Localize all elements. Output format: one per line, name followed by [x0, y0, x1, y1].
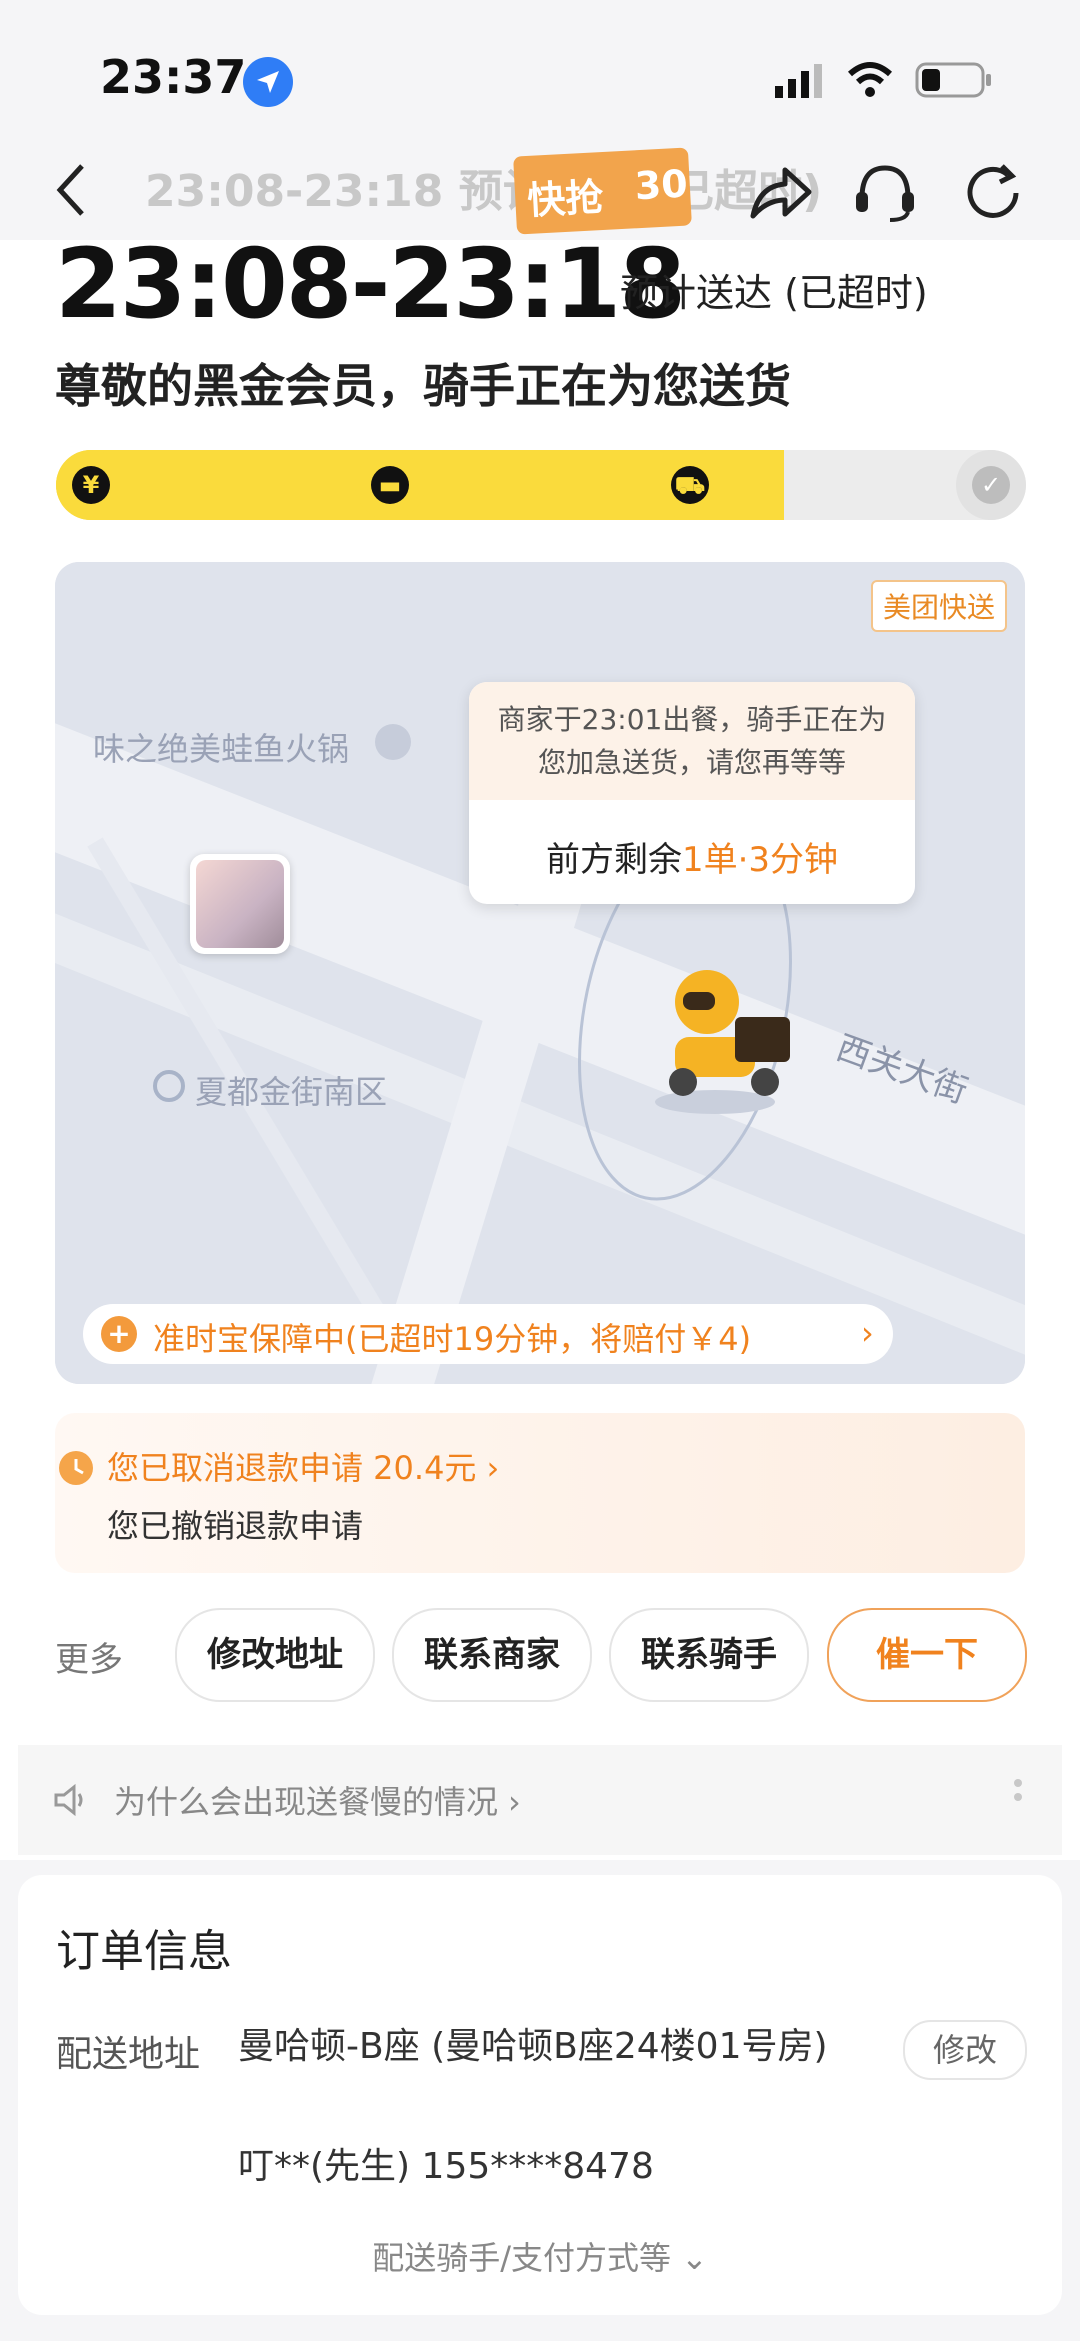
- map-service-tag: 美团快送: [870, 580, 1007, 632]
- promo-label: 快抢: [526, 174, 605, 223]
- battery-icon: [915, 62, 995, 98]
- chevron-right-icon: ›: [486, 1449, 500, 1487]
- rider-status-bubble: 商家于23:01出餐，骑手正在为您加急送货，请您再等等 前方剩余1单·3分钟: [469, 682, 915, 904]
- refund-status-card[interactable]: 您已取消退款申请 20.4元 › 您已撤销退款申请: [55, 1413, 1025, 1573]
- member-message: 尊敬的黑金会员，骑手正在为您送货: [55, 359, 791, 413]
- refund-subtitle: 您已撤销退款申请: [107, 1507, 364, 1545]
- area-pin-icon: [153, 1070, 185, 1102]
- location-arrow-icon: [243, 57, 293, 107]
- step-paid-icon: ¥: [56, 450, 126, 520]
- contact-merchant-button[interactable]: 联系商家: [392, 1608, 592, 1702]
- promo-number: 30: [633, 161, 689, 209]
- chevron-down-icon: ⌄: [680, 2239, 708, 2277]
- chevron-right-icon: ›: [861, 1314, 874, 1352]
- slow-delivery-tip[interactable]: 为什么会出现送餐慢的情况 ›: [18, 1745, 1062, 1855]
- remain-value: 1单·3分钟: [681, 840, 839, 880]
- step-delivered-icon: ✓: [956, 450, 1026, 520]
- edit-address-button[interactable]: 修改: [903, 2020, 1027, 2080]
- speaker-icon: [54, 1783, 83, 1817]
- poi-restaurant-label[interactable]: 味之绝美蛙鱼火锅: [93, 724, 349, 770]
- tip-text: 为什么会出现送餐慢的情况 ›: [114, 1783, 521, 1821]
- promo-badge[interactable]: 快抢 30: [513, 147, 692, 235]
- share-icon[interactable]: [745, 158, 815, 228]
- delivery-address: 曼哈顿-B座 (曼哈顿B座24楼01号房): [238, 2026, 828, 2067]
- eta-label: 预计送达 (已超时): [620, 271, 928, 315]
- urge-button[interactable]: 催一下: [827, 1608, 1027, 1702]
- restaurant-pin-icon: [375, 724, 411, 760]
- rider-scooter-icon[interactable]: [615, 942, 815, 1122]
- rider-map[interactable]: 美团快送 味之绝美蛙鱼火锅 夏都金街南区 西关大街 商家于23:01出餐，骑手正…: [55, 562, 1025, 1384]
- wifi-icon: [845, 60, 895, 100]
- delivery-time-window: 23:08-23:18: [55, 228, 686, 340]
- guarantee-text: 准时宝保障中(已超时19分钟，将赔付￥4): [153, 1320, 752, 1358]
- back-button[interactable]: [52, 160, 92, 220]
- status-time: 23:37: [100, 50, 247, 104]
- order-info-card: 订单信息 配送地址 曼哈顿-B座 (曼哈顿B座24楼01号房) 叮**(先生) …: [18, 1875, 1062, 2315]
- order-info-title: 订单信息: [56, 1926, 232, 1977]
- address-label: 配送地址: [56, 2034, 201, 2075]
- shield-plus-icon: +: [101, 1316, 137, 1352]
- chevron-right-icon: ›: [508, 1783, 521, 1821]
- poi-area-label[interactable]: 夏都金街南区: [195, 1067, 387, 1113]
- more-label: 更多: [55, 1640, 123, 1680]
- more-options-icon[interactable]: [1014, 1775, 1022, 1819]
- clock-icon: [59, 1451, 93, 1485]
- modify-address-button[interactable]: 修改地址: [175, 1608, 375, 1702]
- customer-avatar[interactable]: [190, 854, 290, 954]
- header-title: 23:08-23:18 预计送达 (已超时): [145, 166, 823, 217]
- order-details-toggle[interactable]: 配送骑手/支付方式等 ⌄: [18, 2233, 1062, 2279]
- refund-title: 您已取消退款申请 20.4元 ›: [107, 1449, 500, 1487]
- step-rider-icon: ⛟: [655, 450, 725, 520]
- customer-service-icon[interactable]: [850, 158, 920, 228]
- step-store-icon: ▬: [355, 450, 425, 520]
- remain-prefix: 前方剩余: [545, 840, 682, 880]
- bubble-message: 商家于23:01出餐，骑手正在为您加急送货，请您再等等: [497, 703, 887, 779]
- refresh-icon[interactable]: [958, 158, 1028, 228]
- bubble-remaining: 前方剩余1单·3分钟: [469, 832, 915, 881]
- on-time-guarantee-banner[interactable]: + 准时宝保障中(已超时19分钟，将赔付￥4) ›: [83, 1304, 893, 1364]
- delivery-progress-track: [56, 450, 1026, 520]
- contact-info: 叮**(先生) 155****8478: [238, 2146, 654, 2187]
- signal-icon: [775, 62, 825, 98]
- contact-rider-button[interactable]: 联系骑手: [609, 1608, 809, 1702]
